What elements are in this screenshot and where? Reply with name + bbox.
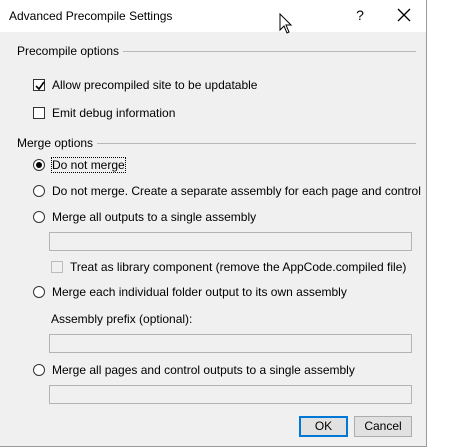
treat-as-library-checkbox-row[interactable]: Treat as library component (remove the A… <box>51 260 406 274</box>
merge-option-separate-assemblies[interactable]: Do not merge. Create a separate assembly… <box>33 184 421 198</box>
merge-option-label: Merge each individual folder output to i… <box>52 285 347 299</box>
assembly-prefix-input[interactable] <box>49 334 412 353</box>
help-button[interactable]: ? <box>350 4 370 26</box>
allow-updatable-label: Allow precompiled site to be updatable <box>52 78 258 92</box>
merge-option-do-not-merge[interactable]: Do not merge <box>33 157 126 173</box>
radio-button[interactable] <box>33 211 45 223</box>
window-title: Advanced Precompile Settings <box>9 9 173 23</box>
assembly-prefix-label: Assembly prefix (optional): <box>51 312 193 326</box>
merge-option-folder-assemblies[interactable]: Merge each individual folder output to i… <box>33 285 347 299</box>
radio-selected-dot <box>36 162 42 168</box>
radio-button[interactable] <box>33 286 45 298</box>
merge-option-single-assembly[interactable]: Merge all outputs to a single assembly <box>33 210 256 224</box>
ok-button[interactable]: OK <box>299 416 348 437</box>
allow-updatable-checkbox[interactable] <box>33 79 45 91</box>
merge-option-pages-and-controls[interactable]: Merge all pages and control outputs to a… <box>33 363 355 377</box>
single-assembly-name-input[interactable] <box>49 232 412 251</box>
pages-assembly-name-input[interactable] <box>49 385 412 404</box>
emit-debug-checkbox[interactable] <box>33 107 45 119</box>
mouse-pointer-icon <box>279 12 293 38</box>
merge-option-label: Merge all outputs to a single assembly <box>52 210 257 224</box>
merge-group-label: Merge options <box>17 136 98 150</box>
advanced-precompile-settings-dialog: Advanced Precompile Settings ? Precompil… <box>0 0 427 447</box>
radio-button[interactable] <box>33 185 45 197</box>
allow-updatable-checkbox-row[interactable]: Allow precompiled site to be updatable <box>33 78 257 92</box>
emit-debug-label: Emit debug information <box>52 106 176 120</box>
merge-option-label: Do not merge. Create a separate assembly… <box>52 184 421 198</box>
precompile-group-label: Precompile options <box>17 44 124 58</box>
merge-option-label: Do not merge <box>51 157 126 173</box>
treat-as-library-checkbox[interactable] <box>51 261 63 273</box>
emit-debug-checkbox-row[interactable]: Emit debug information <box>33 106 175 120</box>
radio-button[interactable] <box>33 364 45 376</box>
treat-as-library-label: Treat as library component (remove the A… <box>70 260 407 274</box>
close-icon[interactable] <box>393 4 415 26</box>
title-bar[interactable]: Advanced Precompile Settings ? <box>0 0 426 32</box>
radio-button[interactable] <box>33 159 45 171</box>
cancel-button[interactable]: Cancel <box>354 416 412 437</box>
merge-option-label: Merge all pages and control outputs to a… <box>52 363 355 377</box>
